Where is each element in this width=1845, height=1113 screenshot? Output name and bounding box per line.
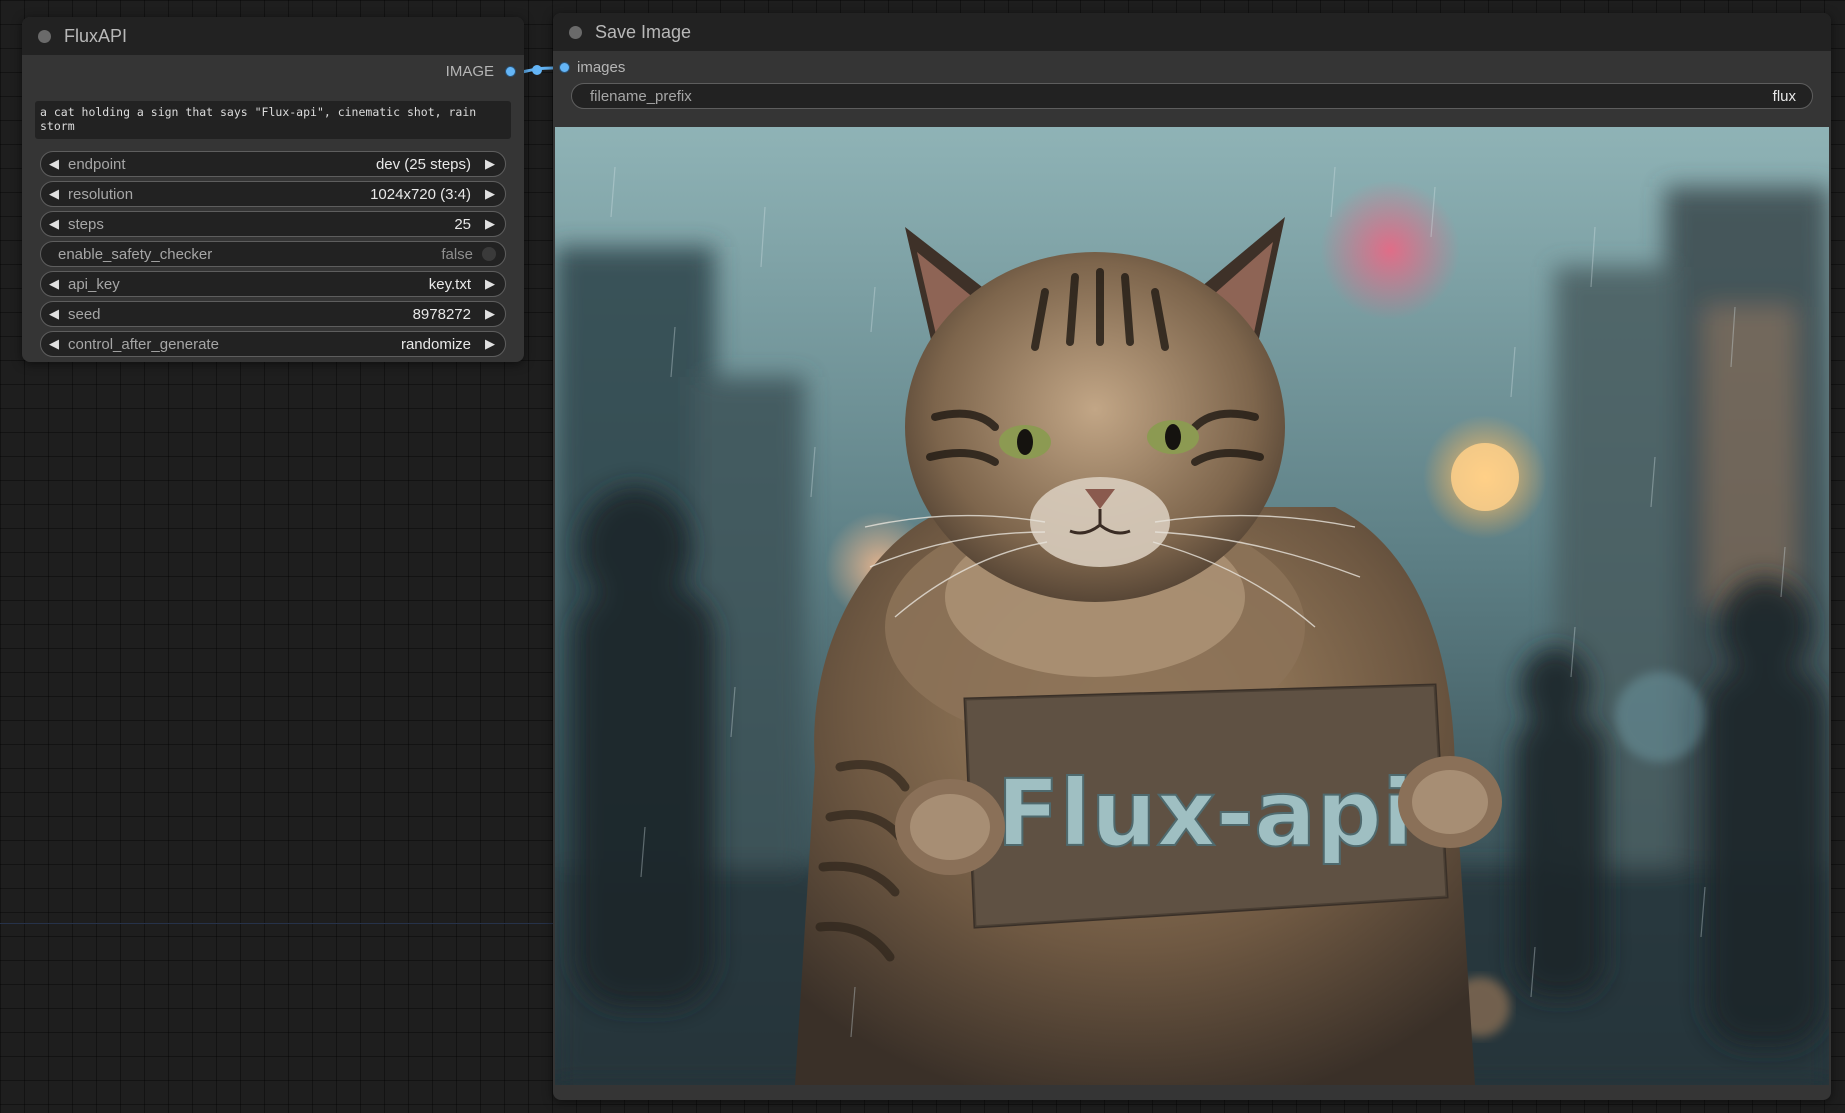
fluxapi-node-title: FluxAPI bbox=[64, 25, 128, 46]
collapse-dot-icon[interactable] bbox=[38, 29, 51, 43]
safety-checker-value: false bbox=[441, 245, 473, 263]
collapse-dot-icon[interactable] bbox=[569, 25, 582, 39]
filename-prefix-field[interactable]: filename_prefix flux bbox=[571, 83, 1813, 109]
api-key-value: key.txt bbox=[428, 275, 471, 293]
endpoint-label: endpoint bbox=[68, 155, 126, 173]
increment-arrow-icon[interactable]: ▶ bbox=[481, 156, 499, 172]
resolution-combo[interactable]: ◀ resolution 1024x720 (3:4) ▶ bbox=[40, 181, 506, 207]
api-key-combo[interactable]: ◀ api_key key.txt ▶ bbox=[40, 271, 506, 297]
decrement-arrow-icon[interactable]: ◀ bbox=[45, 216, 63, 232]
resolution-label: resolution bbox=[68, 185, 134, 203]
endpoint-value: dev (25 steps) bbox=[375, 155, 471, 173]
seed-value: 8978272 bbox=[412, 305, 471, 323]
images-input[interactable]: images bbox=[553, 55, 625, 79]
canvas-guide-line bbox=[0, 923, 556, 924]
images-input-socket-icon[interactable] bbox=[559, 61, 570, 73]
decrement-arrow-icon[interactable]: ◀ bbox=[45, 186, 63, 202]
fluxapi-node[interactable]: FluxAPI IMAGE a cat holding a sign that … bbox=[22, 17, 524, 362]
filename-prefix-value: flux bbox=[1772, 87, 1796, 105]
seed-number-widget[interactable]: ◀ seed 8978272 ▶ bbox=[40, 301, 506, 327]
control-after-generate-value: randomize bbox=[400, 335, 471, 353]
increment-arrow-icon[interactable]: ▶ bbox=[481, 306, 499, 322]
steps-label: steps bbox=[68, 215, 104, 233]
safety-checker-label: enable_safety_checker bbox=[58, 245, 213, 263]
increment-arrow-icon[interactable]: ▶ bbox=[481, 276, 499, 292]
sign-text: Flux-api bbox=[997, 760, 1414, 867]
images-input-label: images bbox=[577, 58, 626, 76]
decrement-arrow-icon[interactable]: ◀ bbox=[45, 156, 63, 172]
image-output[interactable]: IMAGE bbox=[446, 57, 524, 85]
api-key-label: api_key bbox=[68, 275, 120, 293]
image-output-socket-icon[interactable] bbox=[505, 65, 516, 77]
resolution-value: 1024x720 (3:4) bbox=[370, 185, 471, 203]
control-after-generate-combo[interactable]: ◀ control_after_generate randomize ▶ bbox=[40, 331, 506, 357]
increment-arrow-icon[interactable]: ▶ bbox=[481, 216, 499, 232]
steps-value: 25 bbox=[454, 215, 471, 233]
steps-number-widget[interactable]: ◀ steps 25 ▶ bbox=[40, 211, 506, 237]
fluxapi-node-header[interactable]: FluxAPI bbox=[22, 17, 524, 55]
prompt-textarea[interactable]: a cat holding a sign that says "Flux-api… bbox=[35, 101, 511, 139]
cat-image-illustration: Flux-api bbox=[555, 127, 1829, 1085]
control-after-generate-label: control_after_generate bbox=[68, 335, 219, 353]
save-image-node[interactable]: Save Image images filename_prefix flux F… bbox=[553, 13, 1831, 1100]
decrement-arrow-icon[interactable]: ◀ bbox=[45, 276, 63, 292]
toggle-knob-icon[interactable] bbox=[482, 247, 496, 261]
image-output-label: IMAGE bbox=[445, 62, 494, 80]
seed-label: seed bbox=[68, 305, 101, 323]
save-image-node-title: Save Image bbox=[595, 21, 692, 42]
filename-prefix-label: filename_prefix bbox=[590, 87, 692, 105]
decrement-arrow-icon[interactable]: ◀ bbox=[45, 336, 63, 352]
safety-checker-toggle[interactable]: enable_safety_checker false bbox=[40, 241, 506, 267]
image-preview[interactable]: Flux-api bbox=[555, 127, 1829, 1085]
endpoint-combo[interactable]: ◀ endpoint dev (25 steps) ▶ bbox=[40, 151, 506, 177]
save-image-node-header[interactable]: Save Image bbox=[553, 13, 1831, 51]
increment-arrow-icon[interactable]: ▶ bbox=[481, 186, 499, 202]
decrement-arrow-icon[interactable]: ◀ bbox=[45, 306, 63, 322]
increment-arrow-icon[interactable]: ▶ bbox=[481, 336, 499, 352]
node-canvas[interactable]: FluxAPI IMAGE a cat holding a sign that … bbox=[0, 0, 1845, 1113]
